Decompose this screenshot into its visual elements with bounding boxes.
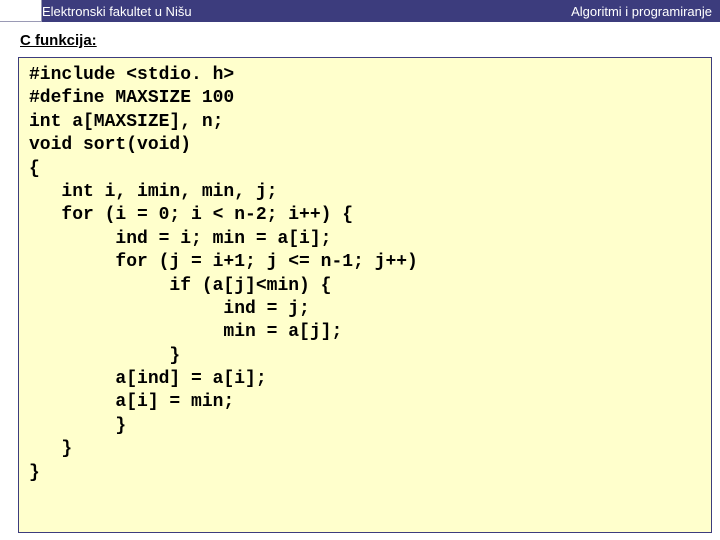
code-line: ind = i; min = a[i];	[29, 229, 331, 249]
code-line: }	[29, 439, 72, 459]
institution-title: Elektronski fakultet u Nišu	[42, 0, 202, 22]
code-line: int a[MAXSIZE], n;	[29, 112, 223, 132]
code-line: {	[29, 159, 40, 179]
code-line: int i, imin, min, j;	[29, 182, 277, 202]
code-line: ind = j;	[29, 299, 310, 319]
code-line: #include <stdio. h>	[29, 65, 234, 85]
code-line: for (j = i+1; j <= n-1; j++)	[29, 252, 418, 272]
code-line: }	[29, 416, 126, 436]
code-line: #define MAXSIZE 100	[29, 88, 234, 108]
code-line: void sort(void)	[29, 135, 191, 155]
code-line: if (a[j]<min) {	[29, 276, 331, 296]
code-line: }	[29, 346, 180, 366]
code-line: a[ind] = a[i];	[29, 369, 267, 389]
course-title: Algoritmi i programiranje	[563, 0, 720, 22]
code-line: a[i] = min;	[29, 392, 234, 412]
code-line: for (i = 0; i < n-2; i++) {	[29, 205, 353, 225]
section-heading: C funkcija:	[0, 22, 720, 55]
code-line: min = a[j];	[29, 322, 342, 342]
header-strip: Elektronski fakultet u Nišu	[42, 0, 563, 22]
header-accent-box	[0, 0, 42, 22]
code-line: }	[29, 463, 40, 483]
slide-header: Elektronski fakultet u Nišu Algoritmi i …	[0, 0, 720, 22]
code-block: #include <stdio. h> #define MAXSIZE 100 …	[18, 57, 712, 533]
